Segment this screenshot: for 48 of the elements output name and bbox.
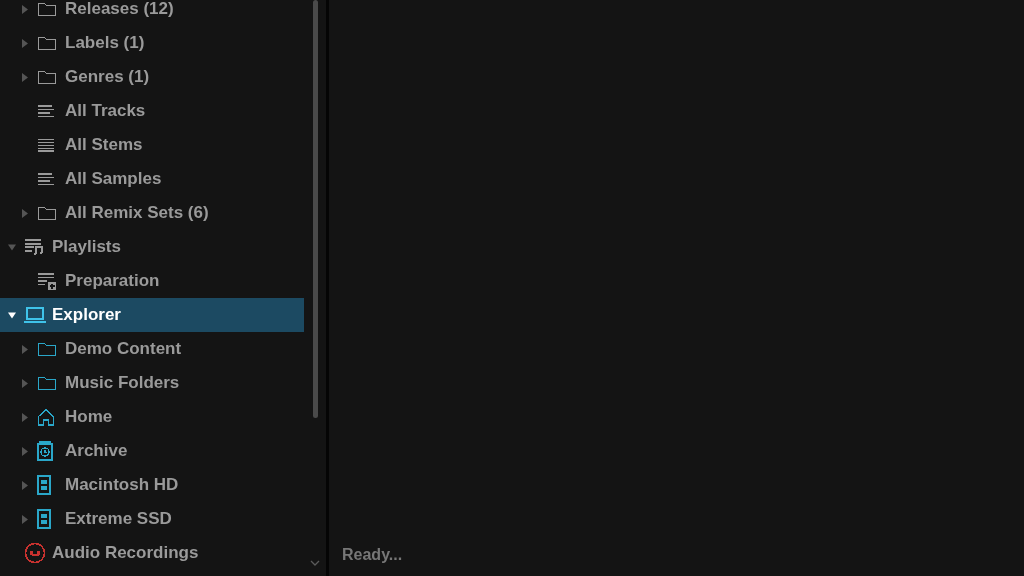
tree-item[interactable]: Macintosh HD (0, 468, 304, 502)
tree-item[interactable]: Preparation (0, 264, 304, 298)
expanded-caret-icon[interactable] (8, 310, 16, 320)
item-label: Archive (65, 441, 128, 461)
collapsed-caret-icon[interactable] (21, 208, 29, 218)
item-label: All Remix Sets (6) (65, 203, 209, 223)
item-label: All Samples (65, 169, 162, 189)
tree-item[interactable]: Home (0, 400, 304, 434)
collapsed-caret-icon[interactable] (21, 514, 29, 524)
tree-item[interactable]: All Samples (0, 162, 304, 196)
collapsed-caret-icon[interactable] (21, 4, 29, 14)
tree-item[interactable]: Audio Recordings (0, 536, 304, 570)
item-label: Extreme SSD (65, 509, 172, 529)
item-label: Preparation (65, 271, 160, 291)
item-label: Music Folders (65, 373, 180, 393)
item-label: Audio Recordings (52, 543, 199, 563)
tree-item[interactable]: Releases (12) (0, 0, 304, 26)
collapsed-caret-icon[interactable] (21, 480, 29, 490)
item-label: All Tracks (65, 101, 146, 121)
tree-item[interactable]: Music Folders (0, 366, 304, 400)
item-label: Explorer (52, 305, 121, 325)
item-label: Releases (12) (65, 0, 174, 19)
scrollbar-thumb[interactable] (312, 0, 318, 418)
tree-item[interactable]: Genres (1) (0, 60, 304, 94)
tree-item[interactable]: Demo Content (0, 332, 304, 366)
tree-item[interactable]: Labels (1) (0, 26, 304, 60)
tree-item[interactable]: Playlists (0, 230, 304, 264)
scroll-down-icon[interactable] (310, 560, 320, 566)
collapsed-caret-icon[interactable] (21, 378, 29, 388)
collapsed-caret-icon[interactable] (21, 38, 29, 48)
collapsed-caret-icon[interactable] (21, 412, 29, 422)
tree-item[interactable]: All Tracks (0, 94, 304, 128)
item-label: All Stems (65, 135, 143, 155)
tree-item[interactable]: All Stems (0, 128, 304, 162)
tree-item[interactable]: Archive (0, 434, 304, 468)
item-label: Labels (1) (65, 33, 145, 53)
collapsed-caret-icon[interactable] (21, 344, 29, 354)
item-label: Macintosh HD (65, 475, 179, 495)
status-text: Ready... (341, 546, 404, 565)
item-label: Home (65, 407, 113, 427)
tree-item[interactable]: Explorer (0, 298, 304, 332)
tree-item[interactable]: All Remix Sets (6) (0, 196, 304, 230)
collapsed-caret-icon[interactable] (21, 72, 29, 82)
collapsed-caret-icon[interactable] (21, 446, 29, 456)
item-label: Demo Content (65, 339, 182, 359)
item-label: Genres (1) (65, 67, 150, 87)
tree-item[interactable]: Extreme SSD (0, 502, 304, 536)
item-label: Playlists (52, 237, 121, 257)
